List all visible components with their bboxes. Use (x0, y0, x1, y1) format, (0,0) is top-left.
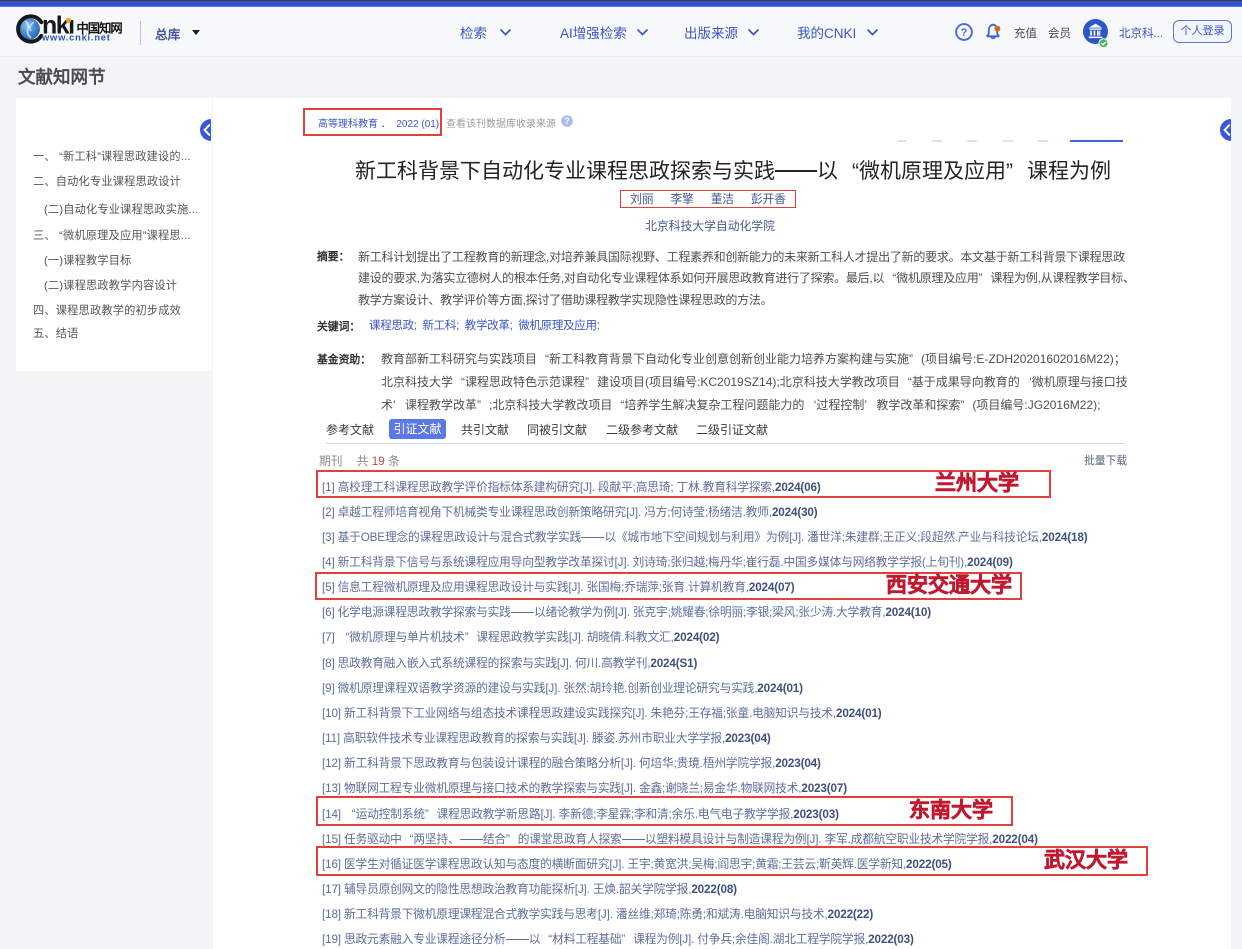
svg-text:?: ? (961, 27, 968, 39)
svg-text:?: ? (564, 116, 570, 126)
svg-text:www.cnki.net: www.cnki.net (41, 33, 111, 43)
